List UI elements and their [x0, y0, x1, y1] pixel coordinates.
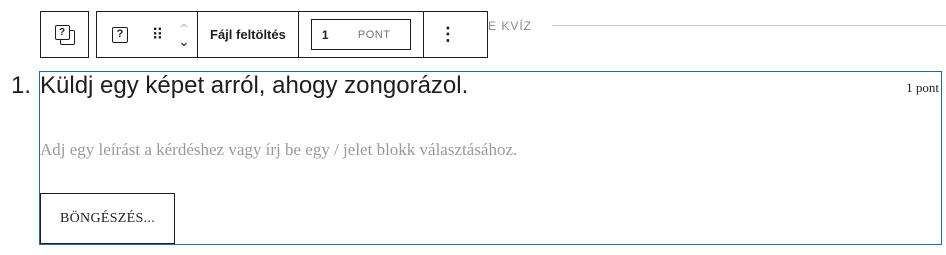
question-points: 1 pont	[906, 80, 939, 95]
more-options-icon[interactable]: ⋮	[424, 12, 472, 57]
select-parent-button[interactable]: ?	[41, 12, 88, 57]
block-movers: ⌃ ⌄	[171, 12, 197, 57]
heading-divider	[552, 25, 946, 26]
points-unit: PONT	[357, 28, 391, 41]
question-number: 1.	[11, 72, 32, 99]
quiz-parent-icon: ?	[54, 24, 75, 45]
section-heading: E KVÍZ	[488, 19, 533, 33]
question-block[interactable]: Küldj egy képet arról, ahogy zongorázol.…	[39, 71, 942, 245]
block-type-button[interactable]: ?	[97, 12, 143, 57]
question-title[interactable]: Küldj egy képet arról, ahogy zongorázol.	[40, 72, 468, 100]
question-icon: ?	[112, 26, 128, 43]
browse-button[interactable]: BÖNGÉSZÉS...	[40, 193, 175, 244]
points-value: 1	[321, 27, 329, 42]
points-control: 1 PONT	[299, 12, 423, 57]
parent-block-toolbar: ?	[40, 11, 89, 58]
move-down-icon[interactable]: ⌄	[178, 34, 190, 48]
drag-handle-icon[interactable]: ⠿	[143, 12, 171, 57]
block-toolbar: ? ⠿ ⌃ ⌄ Fájl feltöltés 1 PONT ⋮	[96, 11, 488, 58]
block-type-label: Fájl feltöltés	[210, 27, 286, 42]
question-description-placeholder[interactable]: Adj egy leírást a kérdéshez vagy írj be …	[40, 140, 517, 160]
points-input[interactable]: 1 PONT	[310, 19, 411, 50]
